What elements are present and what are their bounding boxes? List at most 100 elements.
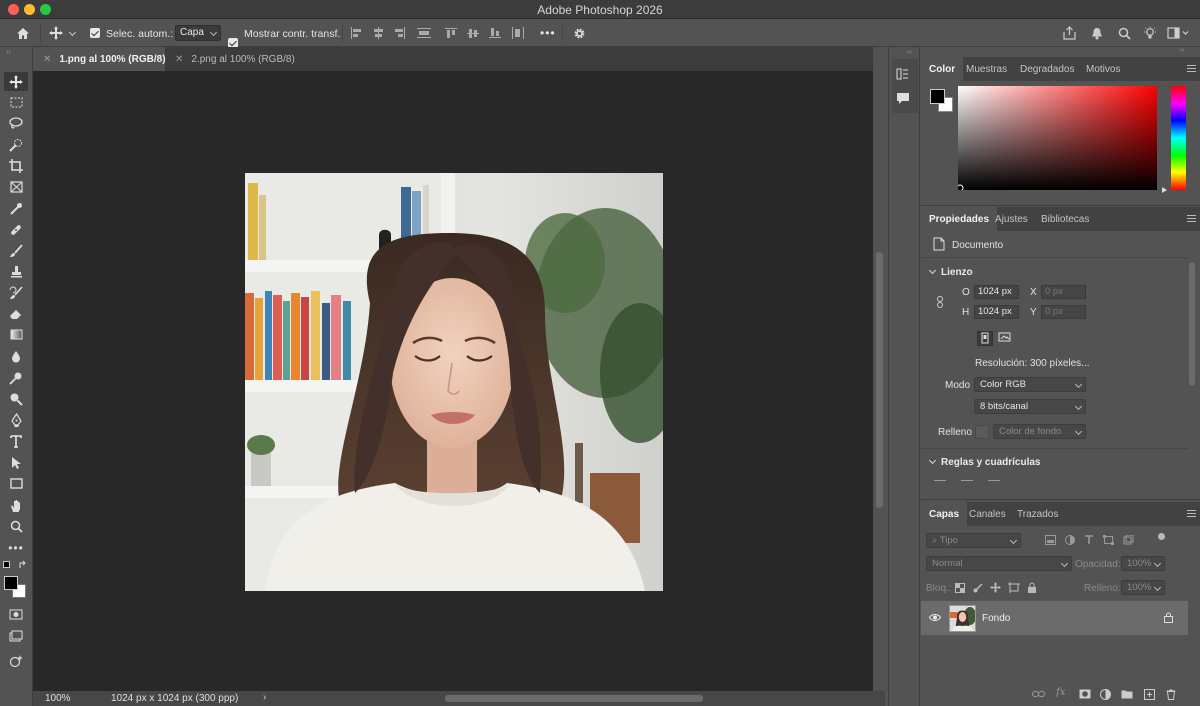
foreground-color-swatch[interactable]	[930, 89, 945, 104]
move-tool[interactable]	[4, 72, 28, 91]
fill-select[interactable]: Color de fondo	[993, 424, 1086, 439]
y-field[interactable]: 0 px	[1041, 305, 1086, 319]
color-mode-select[interactable]: Color RGB	[974, 377, 1086, 392]
lock-artboard-button[interactable]	[1008, 582, 1020, 593]
foreground-color-swatch[interactable]	[4, 576, 18, 590]
search-button[interactable]	[1115, 24, 1133, 42]
tab-channels[interactable]: Canales	[961, 502, 1014, 526]
new-layer-button[interactable]	[1144, 689, 1155, 700]
link-icon[interactable]	[936, 296, 944, 308]
hand-tool[interactable]	[4, 496, 28, 515]
layer-row[interactable]: Fondo	[921, 601, 1188, 635]
layer-name[interactable]: Fondo	[982, 613, 1010, 624]
filter-toggle-button[interactable]	[1158, 533, 1165, 540]
align-right-button[interactable]	[392, 24, 408, 42]
align-left-button[interactable]	[348, 24, 364, 42]
type-tool[interactable]	[4, 432, 28, 451]
tab-adjustments[interactable]: Ajustes	[987, 207, 1036, 231]
move-tool-preset-button[interactable]	[47, 24, 65, 42]
rectangle-tool[interactable]	[4, 474, 28, 493]
properties-scrollbar[interactable]	[1189, 262, 1195, 386]
filter-type-layers-button[interactable]	[1084, 535, 1094, 545]
eraser-tool[interactable]	[4, 304, 28, 323]
horizontal-scroll-thumb[interactable]	[445, 695, 703, 702]
landscape-orientation-button[interactable]	[998, 331, 1014, 346]
close-tab-icon[interactable]: ✕	[175, 54, 183, 65]
dodge-tool[interactable]	[4, 368, 28, 387]
tab-properties[interactable]: Propiedades	[921, 207, 998, 231]
color-field[interactable]	[958, 86, 1157, 190]
vertical-scroll-thumb[interactable]	[876, 252, 883, 508]
tab-paths[interactable]: Trazados	[1009, 502, 1066, 526]
blend-mode-select[interactable]: Normal	[926, 556, 1072, 571]
eye-icon[interactable]	[929, 613, 941, 622]
clone-stamp-tool[interactable]	[4, 262, 28, 281]
filter-smart-objects-button[interactable]	[1123, 535, 1134, 545]
opacity-field[interactable]: 100%	[1121, 556, 1165, 571]
notifications-button[interactable]	[1088, 24, 1106, 42]
workspace-switcher[interactable]	[1164, 24, 1194, 42]
distribute-horizontal-button[interactable]	[509, 24, 527, 42]
share-button[interactable]	[1060, 24, 1078, 42]
default-colors-icon[interactable]	[3, 561, 10, 568]
lock-position-button[interactable]	[990, 582, 1001, 593]
tab-gradients[interactable]: Degradados	[1012, 57, 1082, 81]
lasso-tool[interactable]	[4, 114, 28, 133]
distribute-vertical-button[interactable]	[415, 24, 433, 42]
generative-fill-button[interactable]	[4, 651, 28, 670]
path-selection-tool[interactable]	[4, 453, 28, 472]
frame-tool[interactable]	[4, 177, 28, 196]
tab-patterns[interactable]: Motivos	[1078, 57, 1128, 81]
panel-menu-icon[interactable]	[1187, 215, 1196, 222]
tab-color[interactable]: Color	[921, 57, 964, 81]
lock-all-button[interactable]	[1027, 582, 1037, 593]
lock-image-pixels-button[interactable]	[973, 583, 983, 593]
expand-icon[interactable]: ‹‹	[907, 49, 912, 56]
filter-adjustment-layers-button[interactable]	[1065, 535, 1075, 545]
align-top-button[interactable]	[443, 24, 459, 42]
delete-layer-button[interactable]	[1166, 689, 1176, 700]
history-panel-button[interactable]	[896, 67, 910, 81]
fill-field[interactable]: 100%	[1121, 580, 1165, 595]
zoom-magnifier-tool[interactable]	[4, 389, 28, 408]
eyedropper-tool[interactable]	[4, 199, 28, 218]
quick-mask-button[interactable]	[4, 605, 28, 624]
brush-tool[interactable]	[4, 241, 28, 260]
width-field[interactable]: 1024 px	[974, 285, 1019, 299]
align-horizontal-center-button[interactable]	[370, 24, 386, 42]
history-brush-tool[interactable]	[4, 283, 28, 302]
bit-depth-select[interactable]: 8 bits/canal	[974, 399, 1086, 414]
discover-button[interactable]	[1141, 24, 1159, 42]
zoom-level[interactable]: 100%	[45, 693, 71, 704]
hue-slider-handle[interactable]	[1162, 187, 1167, 193]
align-vertical-center-button[interactable]	[465, 24, 481, 42]
layer-filter-select[interactable]: ⌕ Tipo	[926, 533, 1021, 548]
auto-select-checkbox[interactable]	[90, 28, 100, 38]
panel-menu-icon[interactable]	[1187, 510, 1196, 517]
tab-libraries[interactable]: Bibliotecas	[1033, 207, 1097, 231]
chevron-right-icon[interactable]: ›	[263, 692, 266, 703]
document-image[interactable]	[245, 173, 663, 591]
gradient-tool[interactable]	[4, 325, 28, 344]
new-group-button[interactable]	[1121, 689, 1133, 699]
rulers-section-header[interactable]: Reglas y cuadrículas	[928, 456, 1041, 468]
collapse-panels-icon[interactable]: ››	[1180, 47, 1185, 54]
x-field[interactable]: 0 px	[1041, 285, 1086, 299]
crop-tool[interactable]	[4, 156, 28, 175]
canvas-section-header[interactable]: Lienzo	[928, 266, 973, 278]
auto-select-dropdown[interactable]: Capa	[175, 25, 221, 41]
comments-panel-button[interactable]	[896, 92, 910, 105]
settings-button[interactable]	[570, 24, 588, 42]
close-tab-icon[interactable]: ✕	[43, 54, 51, 65]
hue-slider[interactable]	[1171, 86, 1186, 190]
filter-shape-layers-button[interactable]	[1103, 535, 1114, 545]
document-tab-2[interactable]: ✕ 2.png al 100% (RGB/8)	[165, 47, 299, 71]
quick-selection-tool[interactable]	[4, 135, 28, 154]
pen-tool[interactable]	[4, 410, 28, 429]
document-tab-1[interactable]: ✕ 1.png al 100% (RGB/8)	[33, 47, 166, 71]
height-field[interactable]: 1024 px	[974, 305, 1019, 319]
new-adjustment-layer-button[interactable]	[1100, 689, 1111, 700]
edit-toolbar-button[interactable]: •••	[4, 538, 28, 557]
home-button[interactable]	[12, 24, 34, 42]
collapse-icon[interactable]: ››	[6, 49, 11, 56]
